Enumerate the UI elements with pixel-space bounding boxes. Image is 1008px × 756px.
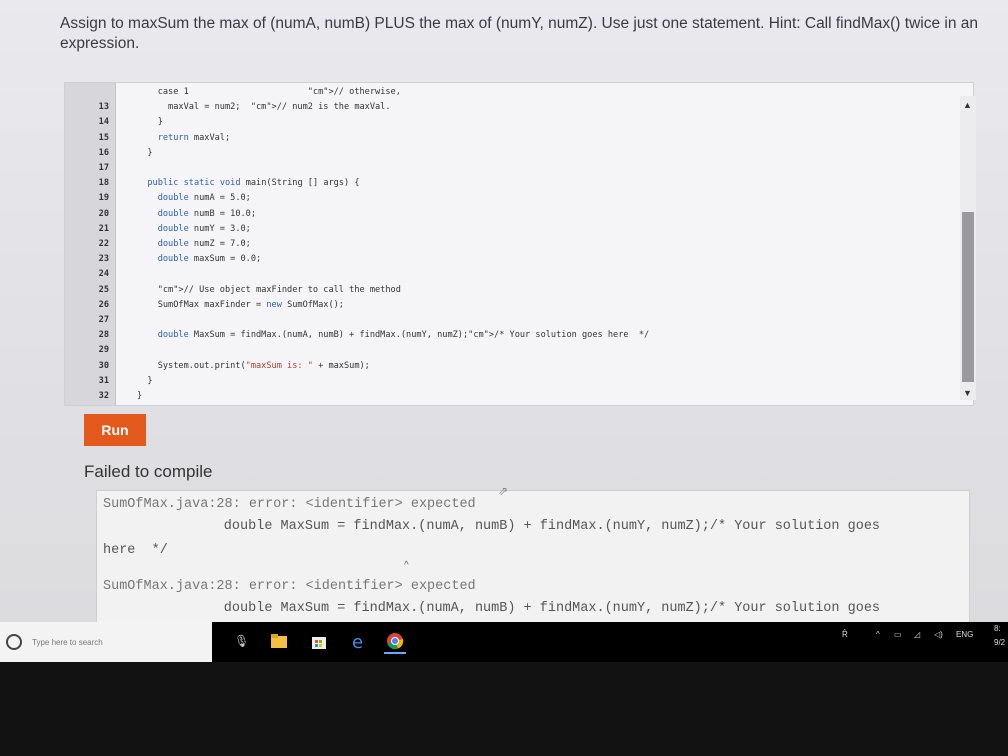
line-number: 30 — [98, 360, 109, 371]
code-editor[interactable]: case 1 "cm">// otherwise, 13 maxVal = num… — [64, 82, 974, 406]
code-text[interactable]: double numZ = 7.0; — [137, 239, 251, 249]
code-text[interactable]: } — [137, 148, 152, 158]
code-line[interactable]: 17 — [65, 163, 965, 177]
code-text[interactable]: double numY = 3.0; — [137, 224, 251, 234]
compiler-output-line: double MaxSum = findMax.(numA, numB) + f… — [159, 519, 881, 534]
code-text[interactable]: maxVal = num2; "cm">// num2 is the maxVa… — [137, 102, 391, 112]
compiler-output: SumOfMax.java:28: error: <identifier> ex… — [96, 490, 970, 622]
code-text[interactable]: } — [137, 117, 163, 127]
store-icon[interactable] — [310, 632, 328, 650]
code-line[interactable]: 13 maxVal = num2; "cm">// num2 is the ma… — [65, 102, 965, 116]
code-text[interactable]: public static void main(String [] args) … — [137, 178, 359, 188]
mouse-cursor-icon: ⇗ — [498, 484, 509, 498]
code-line[interactable]: 26 SumOfMax maxFinder = new SumOfMax(); — [65, 300, 965, 314]
compiler-output-line: double MaxSum = findMax.(numA, numB) + f… — [159, 601, 881, 616]
code-text[interactable]: double numB = 10.0; — [137, 209, 256, 219]
code-line[interactable]: 15 return maxVal; — [65, 133, 965, 147]
code-line[interactable]: 18 public static void main(String [] arg… — [65, 178, 965, 192]
line-number: 23 — [98, 254, 109, 265]
code-text[interactable]: case 1 "cm">// otherwise, — [137, 87, 401, 97]
network-icon[interactable]: ◿ — [914, 630, 920, 639]
code-line[interactable]: 16 } — [65, 148, 965, 162]
code-line[interactable]: 23 double maxSum = 0.0; — [65, 254, 965, 268]
code-line[interactable]: 21 double numY = 3.0; — [65, 224, 965, 238]
code-text[interactable]: double MaxSum = findMax.(numA, numB) + f… — [137, 330, 650, 340]
line-number: 13 — [98, 102, 109, 113]
line-number: 29 — [98, 345, 109, 356]
line-number: 24 — [98, 269, 109, 280]
code-line[interactable]: 27 — [65, 315, 965, 329]
code-line[interactable]: 24 — [65, 269, 965, 283]
windows-taskbar: Type here to search 🎙 e R̂ ^ ▭ ◿ ◁) ENG … — [0, 622, 1008, 662]
clock-time[interactable]: 8: — [994, 624, 1001, 633]
code-line[interactable]: case 1 "cm">// otherwise, — [65, 87, 965, 101]
code-line[interactable]: 28 double MaxSum = findMax.(numA, numB) … — [65, 330, 965, 344]
line-number: 21 — [98, 223, 109, 234]
clock-date[interactable]: 9/2 — [994, 638, 1005, 647]
line-number: 31 — [98, 375, 109, 386]
compiler-output-line: SumOfMax.java:28: error: <identifier> ex… — [103, 497, 476, 512]
line-number: 18 — [98, 178, 109, 189]
code-text[interactable]: double numA = 5.0; — [137, 193, 251, 203]
taskbar-search[interactable]: Type here to search — [0, 622, 212, 662]
code-text[interactable]: } — [137, 391, 142, 401]
cortana-icon[interactable] — [6, 634, 22, 650]
language-indicator[interactable]: ENG — [956, 630, 973, 639]
code-text[interactable]: double maxSum = 0.0; — [137, 254, 261, 264]
monitor-bezel — [0, 662, 1008, 756]
compiler-output-line: SumOfMax.java:28: error: <identifier> ex… — [103, 579, 476, 594]
line-number: 32 — [98, 391, 109, 401]
problem-prompt: Assign to maxSum the max of (numA, numB)… — [60, 15, 979, 52]
code-line[interactable]: 31 } — [65, 376, 965, 390]
line-number: 22 — [98, 239, 109, 249]
compile-status: Failed to compile — [84, 462, 213, 481]
line-number: 17 — [98, 163, 109, 173]
edge-icon[interactable]: e — [350, 632, 368, 653]
line-number: 25 — [98, 284, 109, 295]
line-number: 19 — [98, 193, 109, 204]
code-line[interactable]: 22 double numZ = 7.0; — [65, 239, 965, 253]
run-button[interactable]: Run — [84, 414, 146, 446]
chrome-icon[interactable] — [384, 632, 406, 654]
code-line[interactable]: 30 System.out.print("maxSum is: " + maxS… — [65, 361, 965, 375]
code-text[interactable]: System.out.print("maxSum is: " + maxSum)… — [137, 361, 370, 371]
caret-icon: ^ — [404, 560, 409, 571]
code-text[interactable]: SumOfMax maxFinder = new SumOfMax(); — [137, 300, 344, 310]
code-line[interactable]: 29 — [65, 345, 965, 359]
code-text[interactable]: } — [137, 376, 152, 386]
code-line[interactable]: 20 double numB = 10.0; — [65, 209, 965, 223]
code-text[interactable]: return maxVal; — [137, 133, 230, 143]
code-line[interactable]: 32} — [65, 391, 965, 405]
line-number: 16 — [98, 147, 109, 158]
microphone-icon[interactable]: 🎙 — [234, 634, 252, 652]
browser-page: Assign to maxSum the max of (numA, numB)… — [0, 0, 1008, 622]
code-text[interactable]: "cm">// Use object maxFinder to call the… — [137, 285, 401, 295]
scroll-down-arrow-icon[interactable]: ▼ — [963, 388, 972, 398]
scroll-up-arrow-icon[interactable]: ▲ — [963, 100, 972, 110]
line-number: 26 — [98, 299, 109, 310]
compiler-output-line: here */ — [103, 543, 168, 558]
code-line[interactable]: 25 "cm">// Use object maxFinder to call … — [65, 285, 965, 299]
editor-scroll-thumb[interactable] — [962, 212, 974, 382]
file-explorer-icon[interactable] — [270, 632, 288, 650]
line-number: 14 — [98, 117, 109, 128]
code-line[interactable]: 14 } — [65, 117, 965, 131]
code-line[interactable]: 19 double numA = 5.0; — [65, 193, 965, 207]
line-number: 20 — [98, 208, 109, 219]
taskbar-search-placeholder[interactable]: Type here to search — [32, 638, 103, 647]
people-icon[interactable]: R̂ — [842, 630, 848, 639]
show-hidden-icons-chevron-icon[interactable]: ^ — [876, 630, 880, 639]
line-number: 27 — [98, 315, 109, 325]
line-number: 15 — [98, 132, 109, 143]
battery-icon[interactable]: ▭ — [894, 630, 902, 639]
volume-icon[interactable]: ◁) — [934, 630, 943, 639]
svg-text:e: e — [352, 632, 363, 650]
line-number: 28 — [98, 330, 109, 341]
